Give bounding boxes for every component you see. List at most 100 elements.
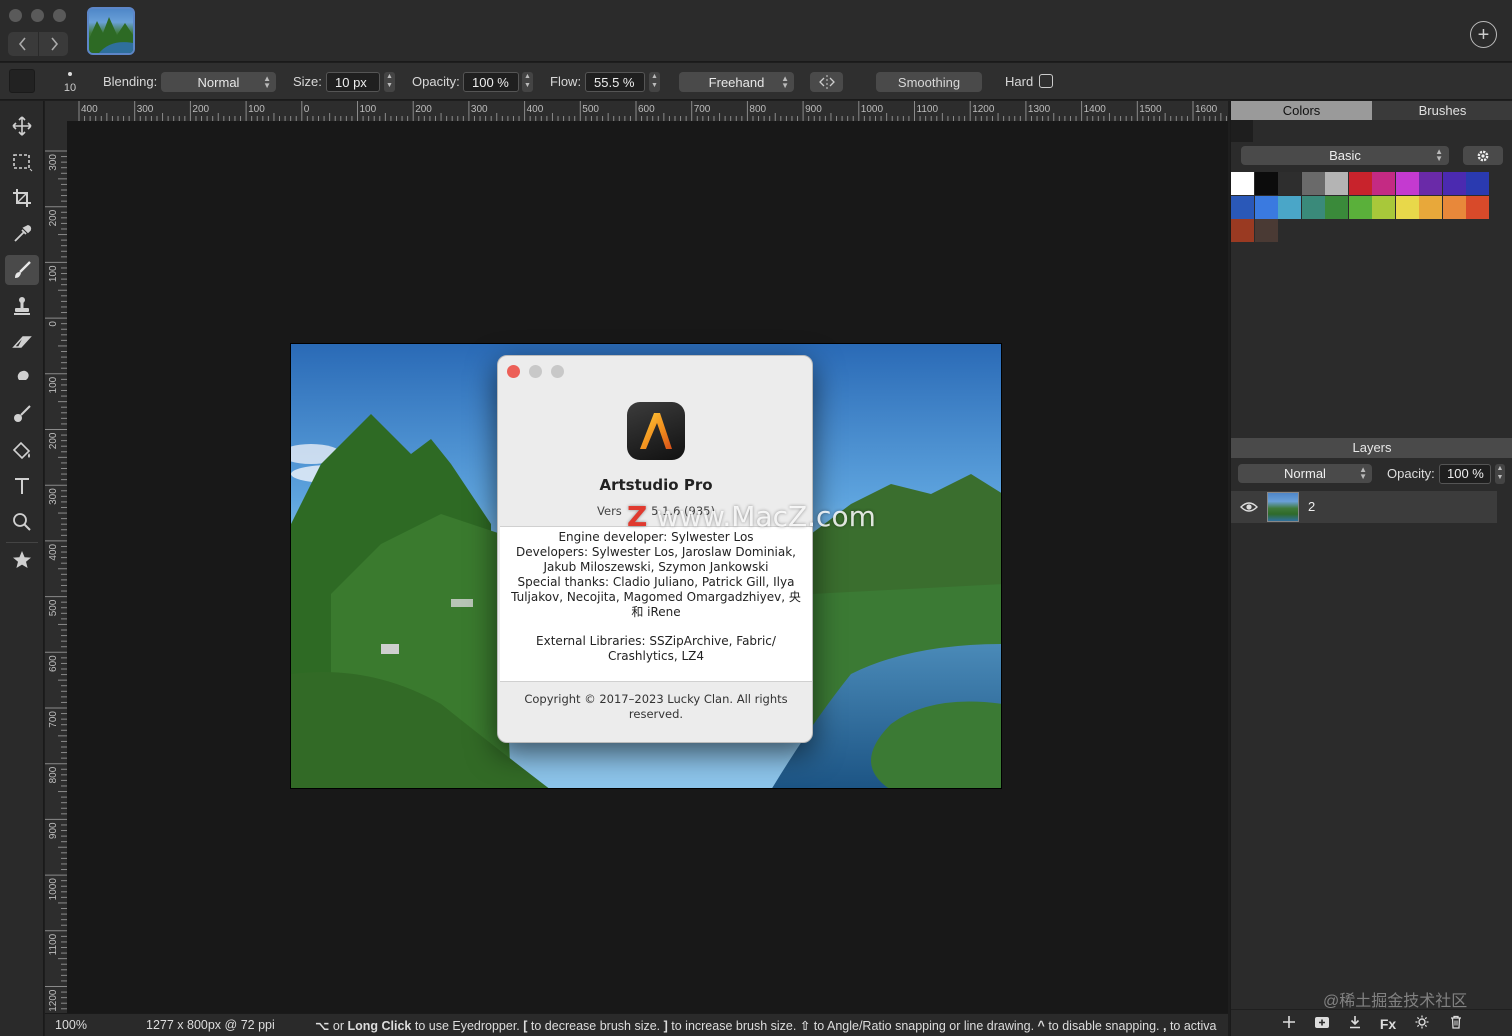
color-swatch[interactable] (1419, 195, 1442, 219)
document-thumbnail[interactable] (87, 7, 135, 55)
text-tool[interactable] (5, 471, 39, 501)
current-color-well[interactable] (1231, 120, 1253, 142)
dialog-close-button[interactable] (507, 365, 520, 378)
eye-icon[interactable] (1240, 500, 1258, 514)
brush-size-preview[interactable]: 10 (60, 68, 80, 98)
smoothing-button[interactable]: Smoothing (876, 72, 982, 92)
opacity-stepper[interactable]: ▲ ▼ (522, 72, 533, 92)
color-swatch[interactable] (1231, 219, 1254, 242)
chevron-right-icon[interactable] (38, 32, 68, 56)
add-layer-icon[interactable] (1278, 1014, 1300, 1034)
horizontal-ruler: 400 300 200 100 0 100 200 300 400 500 600 700 800 900… (67, 101, 1228, 121)
minimize-window-button[interactable] (31, 9, 44, 22)
watermark-text: www.MacZ.com (656, 500, 876, 533)
flow-field[interactable]: 55.5 % (585, 72, 645, 92)
stroke-mode-select[interactable]: Freehand ▲ ▼ (679, 72, 794, 92)
move-tool[interactable] (5, 111, 39, 141)
add-group-icon[interactable] (1311, 1014, 1333, 1034)
hard-checkbox[interactable] (1039, 74, 1053, 88)
size-field[interactable]: 10 px (326, 72, 380, 92)
ruler-label: 200 (48, 432, 59, 449)
layer-blend-select[interactable]: Normal ▲ ▼ (1238, 464, 1372, 483)
stamp-icon (14, 297, 30, 315)
marquee-tool[interactable] (5, 147, 39, 177)
dodge-tool[interactable] (5, 399, 39, 429)
blending-select[interactable]: Normal ▲ ▼ (161, 72, 276, 92)
layer-row[interactable]: 2 (1231, 491, 1497, 523)
color-swatch[interactable] (1254, 195, 1278, 219)
layer-opacity-label: Opacity: (1387, 466, 1435, 481)
eraser-tool[interactable] (5, 327, 39, 357)
credits-scroll-area[interactable]: Engine developer: Sylwester Los Develope… (500, 526, 812, 682)
updown-icon: ▲ ▼ (1359, 465, 1367, 481)
layer-opacity-stepper[interactable]: ▲ ▼ (1495, 464, 1505, 484)
color-swatch[interactable] (1254, 219, 1278, 242)
brush-icon (15, 261, 31, 278)
ruler-label: 0 (304, 104, 310, 115)
color-swatch[interactable] (1254, 172, 1278, 195)
palette-select[interactable]: Basic ▲ ▼ (1241, 146, 1449, 165)
color-swatch[interactable] (1466, 195, 1489, 219)
trash-icon[interactable] (1445, 1014, 1467, 1034)
layers-header: Layers (1231, 438, 1512, 458)
color-swatch[interactable] (1348, 172, 1372, 195)
fx-icon[interactable]: Fx (1377, 1014, 1399, 1034)
color-swatch[interactable] (1231, 172, 1254, 195)
favorites-tool[interactable] (5, 545, 39, 575)
color-swatch[interactable] (1466, 172, 1489, 195)
watermark-overlay: Z www.MacZ.com (627, 500, 876, 533)
symmetry-button[interactable] (810, 72, 843, 92)
ruler-label: 200 (48, 209, 59, 226)
fill-tool[interactable] (5, 435, 39, 465)
color-swatch[interactable] (1419, 172, 1442, 195)
status-bar: 100% 1277 x 800px @ 72 ppi ⌥ or Long Cli… (45, 1013, 1228, 1036)
eyedropper-tool[interactable] (5, 219, 39, 249)
zoom-window-button[interactable] (53, 9, 66, 22)
color-swatch[interactable] (1301, 172, 1325, 195)
color-swatch[interactable] (1442, 195, 1466, 219)
ruler-label: 600 (638, 104, 655, 115)
smudge-tool[interactable] (5, 363, 39, 393)
opacity-field[interactable]: 100 % (463, 72, 519, 92)
ruler-label: 800 (749, 104, 766, 115)
app-name: Artstudio Pro (599, 476, 713, 494)
close-window-button[interactable] (9, 9, 22, 22)
flow-stepper[interactable]: ▲ ▼ (649, 72, 660, 92)
layer-name[interactable]: 2 (1308, 499, 1315, 514)
zoom-level[interactable]: 100% (55, 1018, 87, 1032)
color-swatch[interactable] (1278, 195, 1301, 219)
plus-circle-icon[interactable]: + (1470, 21, 1497, 48)
layer-opacity-field[interactable]: 100 % (1439, 464, 1491, 484)
color-swatch[interactable] (1278, 172, 1301, 195)
tab-colors[interactable]: Colors (1231, 101, 1372, 120)
ruler-label: 100 (248, 104, 265, 115)
color-swatch[interactable] (1325, 195, 1348, 219)
color-swatch[interactable] (1301, 195, 1325, 219)
developers-credit: Developers: Sylwester Los, Jaroslaw Domi… (516, 545, 796, 574)
color-swatch[interactable] (1372, 195, 1395, 219)
palette-settings-button[interactable] (1463, 146, 1503, 165)
merge-down-icon[interactable] (1344, 1014, 1366, 1034)
flow-label: Flow: (550, 74, 582, 89)
color-swatch[interactable] (1442, 172, 1466, 195)
color-swatch[interactable] (1395, 195, 1419, 219)
document-dimensions: 1277 x 800px @ 72 ppi (146, 1018, 275, 1032)
brush-tool[interactable] (5, 255, 39, 285)
crop-tool[interactable] (5, 183, 39, 213)
color-well[interactable] (9, 69, 35, 93)
color-swatch[interactable] (1395, 172, 1419, 195)
color-swatch[interactable] (1325, 172, 1348, 195)
size-stepper[interactable]: ▲ ▼ (384, 72, 395, 92)
color-swatch[interactable] (1348, 195, 1372, 219)
toolbar-divider (6, 542, 38, 543)
tab-brushes[interactable]: Brushes (1372, 101, 1512, 120)
color-swatch[interactable] (1231, 195, 1254, 219)
stamp-tool[interactable] (5, 291, 39, 321)
zoom-tool[interactable] (5, 507, 39, 537)
gear-icon (1477, 150, 1489, 161)
chevron-left-icon[interactable] (8, 32, 38, 56)
color-swatch[interactable] (1372, 172, 1395, 195)
palette-value: Basic (1329, 148, 1361, 163)
adjustments-icon[interactable] (1411, 1014, 1433, 1034)
ruler-label: 1500 (1139, 104, 1162, 115)
